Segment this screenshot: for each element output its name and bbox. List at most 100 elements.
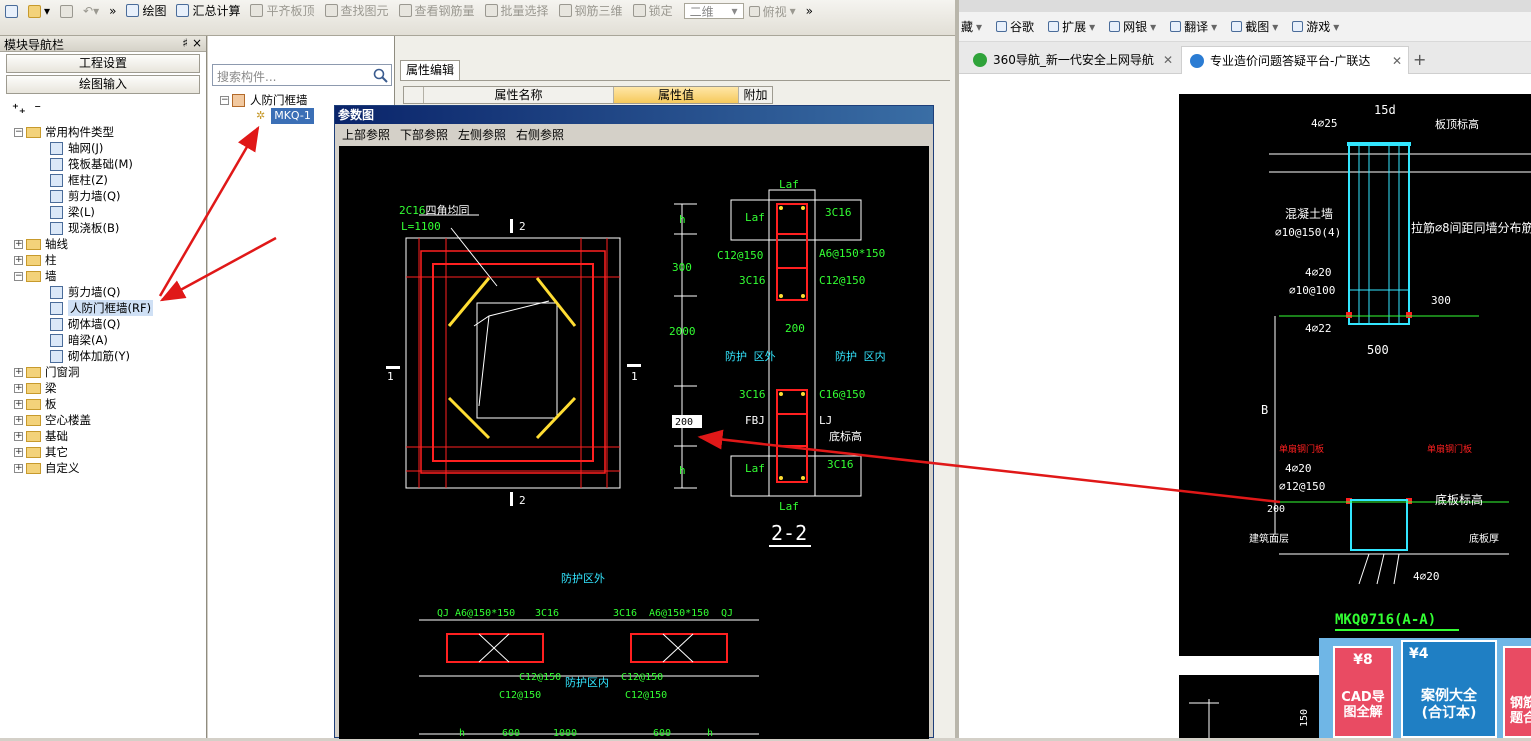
bookmark-item[interactable]: 网银 ▾: [1109, 18, 1156, 35]
tree-item[interactable]: + 自定义: [14, 460, 153, 476]
view-dimension-select[interactable]: 二维 ▾: [683, 3, 744, 19]
ad-card-cases[interactable]: ¥4 案例大全 (合订本): [1401, 640, 1497, 738]
tree-item[interactable]: 梁(L): [14, 204, 153, 220]
expand-toggle-icon[interactable]: +: [14, 447, 23, 457]
bookmark-item[interactable]: 谷歌: [996, 18, 1034, 35]
project-settings-button[interactable]: 工程设置: [6, 54, 200, 73]
toolbar-batch-button[interactable]: 批量选择: [480, 2, 554, 20]
toolbar-label: 查找图元: [340, 4, 389, 19]
close-tab-icon[interactable]: ✕: [1392, 47, 1402, 74]
expand-all-icon[interactable]: ⁺₊: [12, 102, 26, 117]
menu-right-reference[interactable]: 右侧参照: [516, 126, 564, 143]
tab-360-nav[interactable]: 360导航_新一代安全上网导航 ✕: [965, 46, 1179, 74]
toolbar-view-rebar-button[interactable]: 查看钢筋量: [394, 2, 480, 20]
toolbar-draw-button[interactable]: 绘图: [121, 2, 171, 20]
tree-item[interactable]: + 柱: [14, 252, 153, 268]
collapse-toggle-icon[interactable]: −: [14, 127, 23, 137]
tree-item[interactable]: + 梁: [14, 380, 153, 396]
bookmark-item[interactable]: 翻译 ▾: [1170, 18, 1217, 35]
expand-toggle-icon[interactable]: +: [14, 431, 23, 441]
close-tab-icon[interactable]: ✕: [1163, 46, 1173, 74]
expand-toggle-icon[interactable]: +: [14, 383, 23, 393]
menu-bottom-reference[interactable]: 下部参照: [400, 126, 448, 143]
dim-200-input[interactable]: 200: [675, 417, 693, 428]
toolbar-overflow-1[interactable]: »: [104, 2, 121, 20]
expand-toggle-icon[interactable]: +: [14, 367, 23, 377]
component-group-row[interactable]: − 人防门框墙: [220, 92, 308, 108]
expand-toggle-icon[interactable]: +: [14, 463, 23, 473]
component-search-input[interactable]: 搜索构件...: [212, 64, 392, 86]
tree-item[interactable]: 剪力墙(Q): [14, 188, 153, 204]
pin-icon[interactable]: ♯: [182, 36, 188, 50]
toolbar-overflow-2[interactable]: »: [801, 2, 818, 20]
dialog-title: 参数图: [335, 106, 933, 124]
rebar-label-2c16: 2C16: [399, 204, 426, 217]
tree-item[interactable]: 人防门框墙(RF): [14, 300, 154, 316]
component-item-row[interactable]: ✲ MKQ-1: [256, 108, 314, 124]
menu-left-reference[interactable]: 左侧参照: [458, 126, 506, 143]
second-cad-drawing: 150: [1189, 699, 1310, 738]
tree-item[interactable]: + 其它: [14, 444, 153, 460]
tree-item-label: 人防门框墙(RF): [68, 300, 154, 316]
tree-item[interactable]: − 常用构件类型: [14, 124, 153, 140]
expand-toggle-icon[interactable]: +: [14, 399, 23, 409]
view-mode-select[interactable]: 俯视 ▾: [744, 2, 801, 20]
laf-bottom: Laf: [779, 500, 799, 513]
cad-tie-rebar: ⌀10@150(4): [1275, 226, 1341, 239]
tab-glodon-title: 专业造价问题答疑平台-广联达: [1210, 54, 1371, 68]
new-tab-button[interactable]: +: [1413, 50, 1426, 69]
tab-property-edit[interactable]: 属性编辑: [400, 60, 460, 80]
bookmark-item[interactable]: 扩展 ▾: [1048, 18, 1095, 35]
save-button[interactable]: [55, 2, 78, 20]
expand-toggle-icon[interactable]: +: [14, 415, 23, 425]
tree-item[interactable]: 筏板基础(M): [14, 156, 153, 172]
expand-toggle-icon[interactable]: +: [14, 255, 23, 265]
menu-top-reference[interactable]: 上部参照: [342, 126, 390, 143]
search-icon[interactable]: [373, 68, 388, 83]
tree-item[interactable]: 砌体加筋(Y): [14, 348, 153, 364]
component-type-icon: [50, 141, 63, 155]
tree-item[interactable]: 现浇板(B): [14, 220, 153, 236]
bookmark-item[interactable]: 藏 ▾: [961, 18, 982, 35]
cad-door-left: 单扇钢门板: [1279, 443, 1324, 455]
tab-glodon-qa[interactable]: 专业造价问题答疑平台-广联达 ✕: [1181, 46, 1409, 74]
bookmark-item[interactable]: 截图 ▾: [1231, 18, 1278, 35]
cad-door-right: 单扇钢门板: [1427, 443, 1472, 455]
plan-1000: 1000: [553, 728, 577, 739]
toolbar-rebar-3d-button[interactable]: 钢筋三维: [554, 2, 628, 20]
bookmark-item[interactable]: 游戏 ▾: [1292, 18, 1339, 35]
save-icon: [60, 4, 74, 18]
toolbar-lock-button[interactable]: 锁定: [628, 2, 678, 20]
find-icon: [324, 4, 338, 18]
tree-item[interactable]: + 空心楼盖: [14, 412, 153, 428]
ad-card-cad[interactable]: ¥8 CAD导 图全解: [1333, 646, 1393, 738]
close-icon[interactable]: ×: [192, 36, 202, 50]
tree-item[interactable]: 暗梁(A): [14, 332, 153, 348]
tree-item[interactable]: 砌体墙(Q): [14, 316, 153, 332]
toolbar-align-button[interactable]: 平齐板顶: [245, 2, 319, 20]
tree-item[interactable]: + 轴线: [14, 236, 153, 252]
toolbar-find-button[interactable]: 查找图元: [320, 2, 394, 20]
new-file-button[interactable]: [0, 2, 23, 20]
tree-item[interactable]: + 门窗洞: [14, 364, 153, 380]
tree-item[interactable]: + 基础: [14, 428, 153, 444]
collapse-toggle-icon[interactable]: −: [220, 95, 229, 105]
tree-item[interactable]: 框柱(Z): [14, 172, 153, 188]
tree-item[interactable]: + 板: [14, 396, 153, 412]
chevron-down-icon: ▾: [1089, 19, 1096, 34]
tree-item[interactable]: − 墙: [14, 268, 153, 284]
collapse-toggle-icon[interactable]: −: [14, 271, 23, 281]
ad-card-rebar[interactable]: 钢筋 题合: [1503, 646, 1531, 738]
tree-item[interactable]: 剪力墙(Q): [14, 284, 153, 300]
plan-3c16-right: 3C16: [613, 608, 637, 619]
expand-toggle-icon[interactable]: +: [14, 239, 23, 249]
answer-cad-image: 15d 4⌀25 板顶标高 混凝土墙 ⌀10@150(4) 拉筋⌀8间距同墙分布…: [1179, 94, 1531, 656]
laf-lower: Laf: [745, 462, 765, 475]
collapse-all-icon[interactable]: ⁻: [34, 102, 41, 117]
tree-item[interactable]: 轴网(J): [14, 140, 153, 156]
ad-banner[interactable]: ¥8 CAD导 图全解 ¥4 案例大全 (合订本) 钢筋 题合: [1319, 638, 1531, 738]
drawing-input-button[interactable]: 绘图输入: [6, 75, 200, 94]
open-file-button[interactable]: ▾: [23, 2, 55, 20]
undo-button[interactable]: ↶▾: [78, 2, 104, 20]
toolbar-sigma-button[interactable]: 汇总计算: [171, 2, 245, 20]
